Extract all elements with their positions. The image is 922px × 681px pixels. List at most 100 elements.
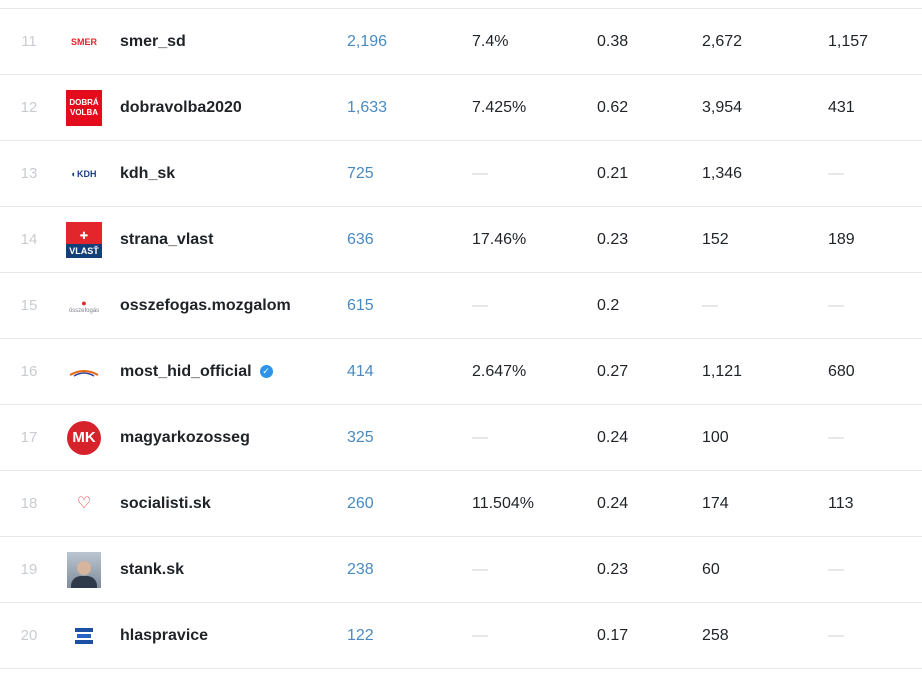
ratio-value: 0.62 xyxy=(597,98,629,116)
account-logo: ◐ KDH xyxy=(66,141,102,206)
table-row[interactable]: 13 ◐ KDH kdh_sk 725 — 0.21 1,346 — xyxy=(0,141,922,207)
metric-value-secondary: 189 xyxy=(828,230,855,248)
account-logo xyxy=(66,603,102,668)
rank-number: 17 xyxy=(20,429,38,446)
rank-number: 12 xyxy=(20,99,38,116)
metric-value: 1,346 xyxy=(702,164,743,182)
smer-logo-icon: SMER xyxy=(70,36,97,47)
ratio-value: 0.23 xyxy=(597,230,629,248)
ratio-value: 0.21 xyxy=(597,164,629,182)
account-logo xyxy=(66,537,102,602)
ratio-value: 0.2 xyxy=(597,296,620,314)
metric-value-secondary: 431 xyxy=(828,98,855,116)
table-row[interactable]: 16 most_hid_official ✓ 414 2.647% 0.27 1… xyxy=(0,339,922,405)
mk-logo-icon: MK xyxy=(67,420,101,455)
engagement-rate: 7.425% xyxy=(472,98,527,116)
account-name[interactable]: strana_vlast xyxy=(120,207,335,272)
table-row[interactable]: 11 SMER smer_sd 2,196 7.4% 0.38 2,672 1,… xyxy=(0,9,922,75)
account-logo: MK xyxy=(66,405,102,470)
account-logo: DOBRÁ VOLBA xyxy=(66,75,102,140)
metric-value: 152 xyxy=(702,230,729,248)
metric-value: 60 xyxy=(702,560,720,578)
followers-link[interactable]: 1,633 xyxy=(347,75,447,140)
table-row[interactable]: 19 stank.sk 238 — 0.23 60 — xyxy=(0,537,922,603)
metric-value: 174 xyxy=(702,494,729,512)
account-name[interactable]: dobravolba2020 xyxy=(120,75,335,140)
avatar xyxy=(67,551,101,588)
rank-number: 11 xyxy=(21,33,37,50)
rank-number: 13 xyxy=(20,165,38,182)
rank-number: 16 xyxy=(20,363,38,380)
engagement-rate: 17.46% xyxy=(472,230,527,248)
engagement-rate: 7.4% xyxy=(472,32,509,50)
verified-badge-icon: ✓ xyxy=(259,365,273,378)
account-name[interactable]: stank.sk xyxy=(120,537,335,602)
rank-number: 14 xyxy=(20,231,38,248)
metric-value-secondary: — xyxy=(828,626,844,644)
metric-value: 258 xyxy=(702,626,729,644)
ratio-value: 0.27 xyxy=(597,362,629,380)
metric-value-secondary: — xyxy=(828,560,844,578)
engagement-rate: 2.647% xyxy=(472,362,527,380)
engagement-rate: — xyxy=(472,560,488,578)
metric-value: 2,672 xyxy=(702,32,743,50)
table-row[interactable]: 18 ♡ socialisti.sk 260 11.504% 0.24 174 … xyxy=(0,471,922,537)
dobravolba-logo-icon: DOBRÁ VOLBA xyxy=(66,89,102,126)
table-row[interactable]: 20 hlaspravice 122 — 0.17 258 — xyxy=(0,603,922,669)
account-logo xyxy=(66,339,102,404)
engagement-rate: — xyxy=(472,164,488,182)
followers-link[interactable]: 238 xyxy=(347,537,447,602)
rank-number: 15 xyxy=(20,297,38,314)
ratio-value: 0.24 xyxy=(597,494,629,512)
account-name[interactable]: kdh_sk xyxy=(120,141,335,206)
account-name[interactable]: hlaspravice xyxy=(120,603,335,668)
followers-link[interactable]: 414 xyxy=(347,339,447,404)
table-row[interactable]: 14 ✚ VLASŤ strana_vlast 636 17.46% 0.23 … xyxy=(0,207,922,273)
hlas-logo-icon xyxy=(67,619,101,653)
metric-value-secondary: — xyxy=(828,296,844,314)
ratio-value: 0.38 xyxy=(597,32,629,50)
metric-value: 1,121 xyxy=(702,362,743,380)
account-logo: ♡ xyxy=(66,471,102,536)
table-row[interactable]: 12 DOBRÁ VOLBA dobravolba2020 1,633 7.42… xyxy=(0,75,922,141)
table-row[interactable]: 17 MK magyarkozosseg 325 — 0.24 100 — xyxy=(0,405,922,471)
account-logo: ● összefogás xyxy=(66,273,102,338)
most-hid-logo-icon xyxy=(67,355,101,389)
osszefogas-logo-icon: ● összefogás xyxy=(68,297,100,314)
metric-value-secondary: — xyxy=(828,428,844,446)
table-row[interactable]: 15 ● összefogás osszefogas.mozgalom 615 … xyxy=(0,273,922,339)
followers-link[interactable]: 325 xyxy=(347,405,447,470)
followers-link[interactable]: 615 xyxy=(347,273,447,338)
metric-value: 100 xyxy=(702,428,729,446)
metric-value-secondary: 1,157 xyxy=(828,32,869,50)
metric-value-secondary: 680 xyxy=(828,362,855,380)
followers-link[interactable]: 2,196 xyxy=(347,9,447,74)
followers-link[interactable]: 725 xyxy=(347,141,447,206)
ratio-value: 0.17 xyxy=(597,626,629,644)
kdh-logo-icon: ◐ KDH xyxy=(71,168,97,179)
metric-value-secondary: 113 xyxy=(828,494,854,512)
engagement-rate: — xyxy=(472,626,488,644)
metric-value: — xyxy=(702,296,718,314)
ratio-value: 0.23 xyxy=(597,560,629,578)
socialisti-logo-icon: ♡ xyxy=(76,494,92,512)
account-name[interactable]: magyarkozosseg xyxy=(120,405,335,470)
engagement-rate: — xyxy=(472,296,488,314)
account-logo: ✚ VLASŤ xyxy=(66,207,102,272)
engagement-rate: — xyxy=(472,428,488,446)
rank-number: 18 xyxy=(20,495,38,512)
rank-number: 19 xyxy=(20,561,38,578)
rank-number: 20 xyxy=(20,627,38,644)
account-name[interactable]: smer_sd xyxy=(120,9,335,74)
metric-value-secondary: — xyxy=(828,164,844,182)
account-name[interactable]: osszefogas.mozgalom xyxy=(120,273,335,338)
vlast-logo-icon: ✚ VLASŤ xyxy=(66,221,102,258)
followers-link[interactable]: 260 xyxy=(347,471,447,536)
metric-value: 3,954 xyxy=(702,98,743,116)
ratio-value: 0.24 xyxy=(597,428,629,446)
account-name[interactable]: socialisti.sk xyxy=(120,471,335,536)
engagement-rate: 11.504% xyxy=(472,494,534,512)
account-name[interactable]: most_hid_official ✓ xyxy=(120,339,335,404)
followers-link[interactable]: 636 xyxy=(347,207,447,272)
followers-link[interactable]: 122 xyxy=(347,603,447,668)
